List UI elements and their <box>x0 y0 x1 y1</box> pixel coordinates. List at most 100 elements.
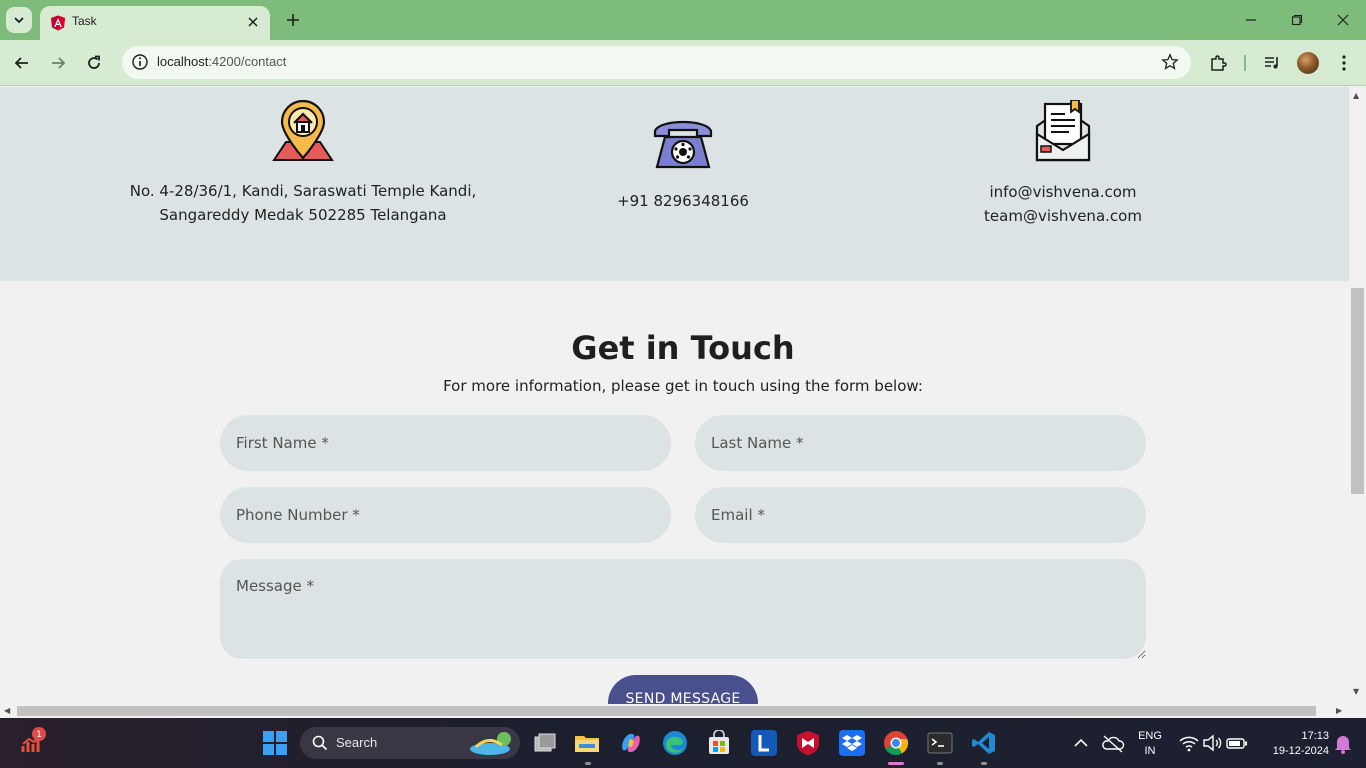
scrollbar-corner <box>1349 704 1366 718</box>
edge-button[interactable] <box>662 730 688 756</box>
scroll-up-arrow-icon[interactable]: ▲ <box>1353 91 1359 100</box>
letter-l-icon <box>758 735 769 752</box>
terminal-button[interactable] <box>927 730 953 756</box>
media-control-button[interactable] <box>1260 51 1284 75</box>
phone-block: +91 8296348166 <box>473 87 893 213</box>
bell-icon <box>1335 736 1351 754</box>
dropbox-button[interactable] <box>839 730 865 756</box>
active-indicator <box>888 762 904 765</box>
phone-number: +91 8296348166 <box>617 192 749 210</box>
speaker-icon <box>1203 734 1222 752</box>
vertical-scroll-thumb[interactable] <box>1351 288 1364 494</box>
widgets-button[interactable]: 1 <box>20 727 46 756</box>
address-block: No. 4-28/36/1, Kandi, Saraswati Temple K… <box>93 87 513 227</box>
running-indicator <box>981 762 987 765</box>
search-highlight-icon <box>470 732 511 755</box>
last-name-input[interactable] <box>695 415 1146 471</box>
copilot-button[interactable] <box>618 730 644 756</box>
terminal-icon <box>927 732 953 754</box>
chrome-icon <box>884 731 909 756</box>
message-textarea[interactable] <box>220 559 1146 659</box>
site-info-icon[interactable] <box>130 52 150 72</box>
mail-letter-icon <box>1035 100 1091 162</box>
url-text: localhost:4200/contact <box>157 54 286 69</box>
star-icon[interactable] <box>1161 53 1179 71</box>
language-code: ENG <box>1138 730 1162 742</box>
restore-icon <box>1291 14 1303 26</box>
tab-search-button[interactable] <box>6 7 32 33</box>
wifi-icon <box>1179 736 1199 752</box>
clock[interactable]: 17:13 19-12-2024 <box>1255 729 1329 759</box>
horizontal-scrollbar[interactable]: ◀ ▶ <box>0 704 1349 718</box>
store-bag-icon <box>709 729 729 754</box>
onedrive-button[interactable] <box>1100 730 1126 756</box>
horizontal-scroll-thumb[interactable] <box>17 706 1316 716</box>
running-indicator <box>585 762 591 765</box>
dropbox-icon <box>842 735 862 751</box>
email-secondary: team@vishvena.com <box>984 207 1142 225</box>
tab-strip: Task <box>0 0 1366 40</box>
mcafee-shield-icon <box>797 731 819 755</box>
windows-logo-icon <box>263 731 287 755</box>
address-line-1: No. 4-28/36/1, Kandi, Saraswati Temple K… <box>129 182 477 200</box>
search-icon <box>312 735 328 751</box>
start-button[interactable] <box>262 730 288 756</box>
task-view-icon <box>534 733 556 752</box>
minimize-button[interactable] <box>1237 8 1265 32</box>
forward-icon <box>52 57 66 69</box>
running-indicator <box>937 762 943 765</box>
browser-tab[interactable]: Task <box>40 6 270 40</box>
edge-browser-icon <box>663 731 687 755</box>
reload-button[interactable] <box>82 51 106 75</box>
angular-favicon-icon <box>51 15 65 31</box>
mcafee-button[interactable] <box>795 730 821 756</box>
restore-button[interactable] <box>1283 8 1311 32</box>
url-path: :4200/contact <box>208 54 287 69</box>
battery-button[interactable] <box>1224 730 1250 756</box>
new-tab-button[interactable] <box>282 9 304 31</box>
show-hidden-icons-button[interactable] <box>1068 730 1094 756</box>
copilot-icon <box>622 733 640 753</box>
store-button[interactable] <box>706 729 732 756</box>
forward-button[interactable] <box>46 51 70 75</box>
close-tab-button[interactable] <box>244 13 262 31</box>
vertical-scrollbar[interactable]: ▲ ▼ <box>1349 87 1366 704</box>
notifications-button[interactable] <box>1330 730 1356 756</box>
close-icon <box>248 17 258 27</box>
scroll-down-arrow-icon[interactable]: ▼ <box>1353 687 1359 696</box>
folder-icon <box>575 736 599 752</box>
taskbar-search[interactable]: Search <box>300 727 520 759</box>
contact-info-section: No. 4-28/36/1, Kandi, Saraswati Temple K… <box>0 87 1349 281</box>
chrome-button[interactable] <box>883 730 909 756</box>
profile-avatar[interactable] <box>1297 52 1319 74</box>
plus-icon <box>287 14 299 26</box>
location-home-icon <box>272 100 334 161</box>
kebab-menu-icon <box>1342 55 1346 71</box>
close-window-button[interactable] <box>1329 8 1357 32</box>
task-view-button[interactable] <box>531 730 557 756</box>
first-name-input[interactable] <box>220 415 671 471</box>
minimize-icon <box>1246 19 1256 21</box>
email-input[interactable] <box>695 487 1146 543</box>
extensions-icon <box>1211 55 1227 71</box>
send-message-button[interactable]: SEND MESSAGE <box>608 675 758 704</box>
extensions-button[interactable] <box>1206 51 1230 75</box>
back-icon <box>14 57 28 69</box>
form-title: Get in Touch <box>571 329 795 367</box>
volume-button[interactable] <box>1200 730 1226 756</box>
url-host: localhost <box>157 54 209 69</box>
wifi-button[interactable] <box>1176 730 1202 756</box>
search-label: Search <box>336 735 378 750</box>
phone-number-input[interactable] <box>220 487 671 543</box>
form-subtitle: For more information, please get in touc… <box>443 377 923 395</box>
address-bar[interactable]: localhost:4200/contact <box>122 46 1191 79</box>
back-button[interactable] <box>10 51 34 75</box>
scroll-right-arrow-icon[interactable]: ▶ <box>1336 706 1342 715</box>
vscode-button[interactable] <box>971 730 997 756</box>
file-explorer-button[interactable] <box>574 730 600 756</box>
scroll-left-arrow-icon[interactable]: ◀ <box>4 706 10 715</box>
input-language[interactable]: ENG IN <box>1134 729 1166 759</box>
app-l-button[interactable] <box>751 730 777 756</box>
browser-menu-button[interactable] <box>1332 51 1356 75</box>
cloud-off-icon <box>1102 735 1125 753</box>
